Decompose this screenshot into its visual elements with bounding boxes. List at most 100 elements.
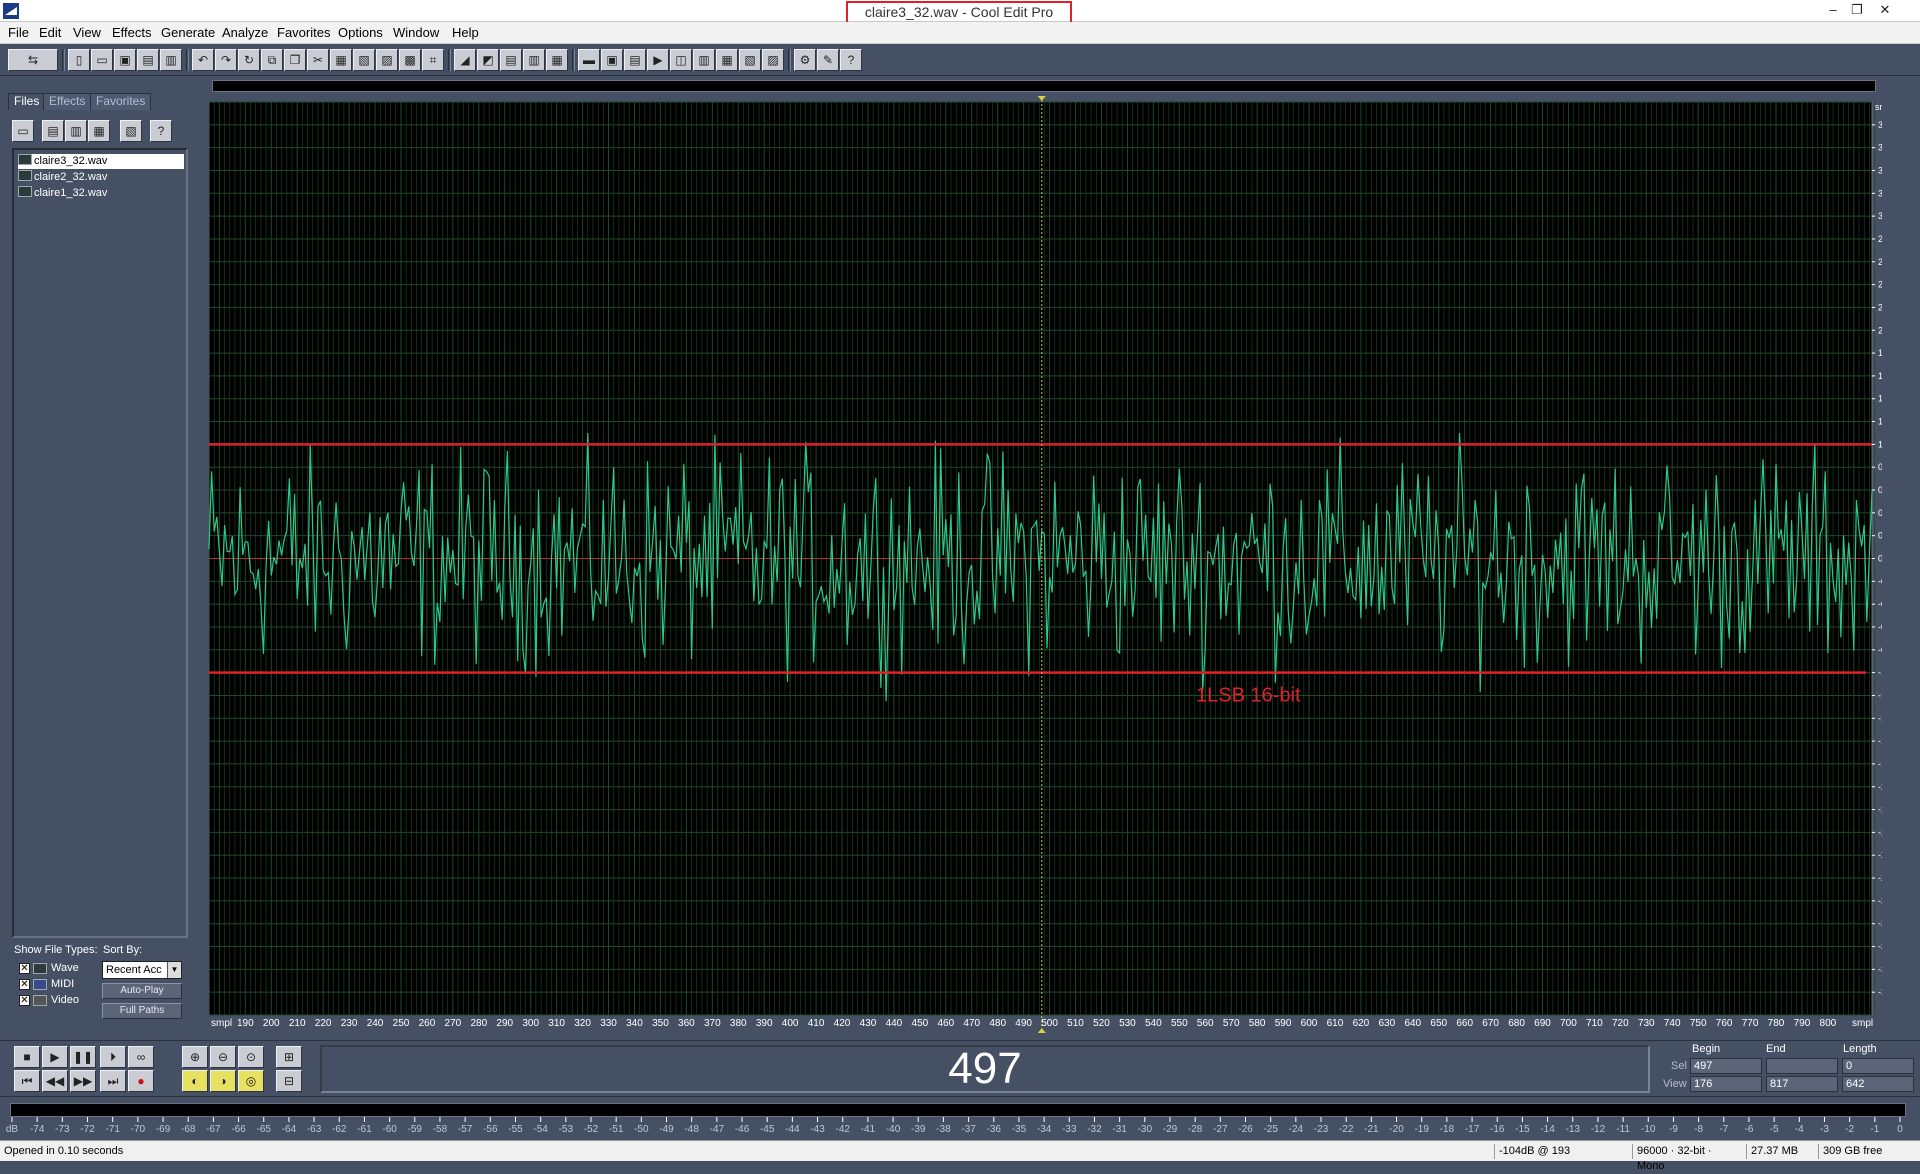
copy-new-button[interactable]: ⧉	[261, 49, 283, 71]
sel-begin-field[interactable]: 497	[1690, 1058, 1762, 1074]
info-view-button[interactable]: ▧	[739, 49, 761, 71]
meter-tick-label: -49	[659, 1124, 674, 1135]
meter-tick-label: -70	[131, 1124, 146, 1135]
noise-reduction-icon: ▦	[551, 53, 563, 67]
new-file-button[interactable]: ▯	[68, 49, 90, 71]
noise-reduction-button[interactable]: ▦	[546, 49, 568, 71]
menu-favorites[interactable]: Favorites	[277, 25, 330, 41]
waveform-view-button[interactable]: ▬	[578, 49, 600, 71]
zoom-out-vertical-button[interactable]: ⊟	[276, 1070, 302, 1092]
midi-checkbox[interactable]: ✕	[19, 979, 30, 990]
close-button[interactable]: ✕	[1874, 1, 1896, 19]
sort-by-select[interactable]: Recent Acc ▼	[102, 961, 182, 979]
zoom-in-horizontal-button[interactable]: ⊕	[182, 1046, 208, 1068]
sel-end-field[interactable]	[1766, 1058, 1838, 1074]
settings-button[interactable]: ⚙	[794, 49, 816, 71]
analysis-button[interactable]: ◫	[670, 49, 692, 71]
open-file-panel-button[interactable]: ▭	[12, 120, 34, 142]
meter-tick-label: -31	[1112, 1124, 1127, 1135]
waveform-toggle-icon: ⇆	[27, 53, 39, 67]
play-button[interactable]: ▶	[42, 1046, 68, 1068]
menu-analyze[interactable]: Analyze	[222, 25, 268, 41]
normalize-button[interactable]: ▤	[500, 49, 522, 71]
menu-view[interactable]: View	[73, 25, 101, 41]
zoom-in-right-button[interactable]: ◑	[210, 1070, 236, 1092]
zoom-full-button[interactable]: ⊙	[238, 1046, 264, 1068]
view-begin-field[interactable]: 176	[1690, 1076, 1762, 1092]
mix-paste-button[interactable]: ▨	[376, 49, 398, 71]
paste-new-icon: ▧	[358, 53, 370, 67]
go-to-start-button[interactable]: ⏮	[14, 1070, 40, 1092]
loop-button[interactable]: ∞	[128, 1046, 154, 1068]
statistics-button[interactable]: ▨	[762, 49, 784, 71]
tab-favorites[interactable]: Favorites	[90, 93, 152, 110]
paste-new-button[interactable]: ▧	[353, 49, 375, 71]
undo-button[interactable]: ↶	[192, 49, 214, 71]
file-item[interactable]: claire1_32.wav	[18, 186, 184, 201]
import-button[interactable]: ▤	[42, 120, 64, 142]
minimize-button[interactable]: –	[1822, 1, 1844, 19]
sel-length-field[interactable]: 0	[1842, 1058, 1914, 1074]
close-file-button[interactable]: ▥	[160, 49, 182, 71]
zoom-out-horizontal-button[interactable]: ⊖	[210, 1046, 236, 1068]
bit-depth-button[interactable]: ▥	[693, 49, 715, 71]
play-list-button[interactable]: ▶	[647, 49, 669, 71]
envelope-button[interactable]: ◩	[477, 49, 499, 71]
spectral-view-button[interactable]: ▣	[601, 49, 623, 71]
tab-effects[interactable]: Effects	[43, 93, 92, 110]
paste-button[interactable]: ▦	[330, 49, 352, 71]
trim-button[interactable]: ▩	[399, 49, 421, 71]
file-item[interactable]: claire3_32.wav	[18, 154, 184, 169]
menu-effects[interactable]: Effects	[112, 25, 152, 41]
edit-file-button[interactable]: ▧	[120, 120, 142, 142]
menu-help[interactable]: Help	[452, 25, 479, 41]
menu-edit[interactable]: Edit	[39, 25, 61, 41]
redo-button[interactable]: ↷	[215, 49, 237, 71]
full-paths-button[interactable]: Full Paths	[102, 1003, 182, 1019]
meter-tick-label: -61	[357, 1124, 372, 1135]
cut-button[interactable]: ✂	[307, 49, 329, 71]
menu-generate[interactable]: Generate	[161, 25, 215, 41]
pause-button[interactable]: ❚❚	[70, 1046, 96, 1068]
video-checkbox[interactable]: ✕	[19, 995, 30, 1006]
toggle-multitrack-button[interactable]: ⇆	[8, 49, 58, 71]
stop-button[interactable]: ■	[14, 1046, 40, 1068]
amplify-button[interactable]: ◢	[454, 49, 476, 71]
panel-help-button[interactable]: ?	[150, 120, 172, 142]
overview-bar[interactable]	[212, 80, 1876, 92]
level-meters-button[interactable]: ▦	[716, 49, 738, 71]
close-selected-button[interactable]: ▥	[65, 120, 87, 142]
copy-button[interactable]: ❐	[284, 49, 306, 71]
cue-list-button[interactable]: ▤	[624, 49, 646, 71]
x-tick-label: 700	[1560, 1018, 1577, 1029]
open-file-button[interactable]: ▭	[91, 49, 113, 71]
wave-checkbox[interactable]: ✕	[19, 963, 30, 974]
tab-files[interactable]: Files	[8, 93, 46, 110]
waveform-display[interactable]: 1LSB 16-bit smpl 3.8 3.6 3.4 3.2 3.0 2.8 2.6 2.4 2…	[204, 96, 1882, 1040]
analysis-icon: ◫	[675, 53, 687, 67]
play-to-end-button[interactable]: ⏵	[100, 1046, 126, 1068]
help-button[interactable]: ?	[840, 49, 862, 71]
zoom-in-vertical-button[interactable]: ⊞	[276, 1046, 302, 1068]
restore-button[interactable]: ❐	[1846, 1, 1868, 19]
rewind-button[interactable]: ◀◀	[42, 1070, 68, 1092]
zoom-selection-button[interactable]: ◎	[238, 1070, 264, 1092]
go-to-end-button[interactable]: ⏭	[100, 1070, 126, 1092]
insert-multitrack-button[interactable]: ▦	[88, 120, 110, 142]
menu-window[interactable]: Window	[393, 25, 439, 41]
view-end-field[interactable]: 817	[1766, 1076, 1838, 1092]
view-length-field[interactable]: 642	[1842, 1076, 1914, 1092]
menu-file[interactable]: File	[8, 25, 29, 41]
script-button[interactable]: ✎	[817, 49, 839, 71]
fade-button[interactable]: ▥	[523, 49, 545, 71]
auto-play-button[interactable]: Auto-Play	[102, 983, 182, 999]
crop-button[interactable]: ⌗	[422, 49, 444, 71]
menu-options[interactable]: Options	[338, 25, 383, 41]
zoom-in-left-button[interactable]: ◐	[182, 1070, 208, 1092]
repeat-last-button[interactable]: ↻	[238, 49, 260, 71]
file-item[interactable]: claire2_32.wav	[18, 170, 184, 185]
save-all-button[interactable]: ▤	[137, 49, 159, 71]
fast-forward-button[interactable]: ▶▶	[70, 1070, 96, 1092]
save-button[interactable]: ▣	[114, 49, 136, 71]
record-button[interactable]: ●	[128, 1070, 154, 1092]
